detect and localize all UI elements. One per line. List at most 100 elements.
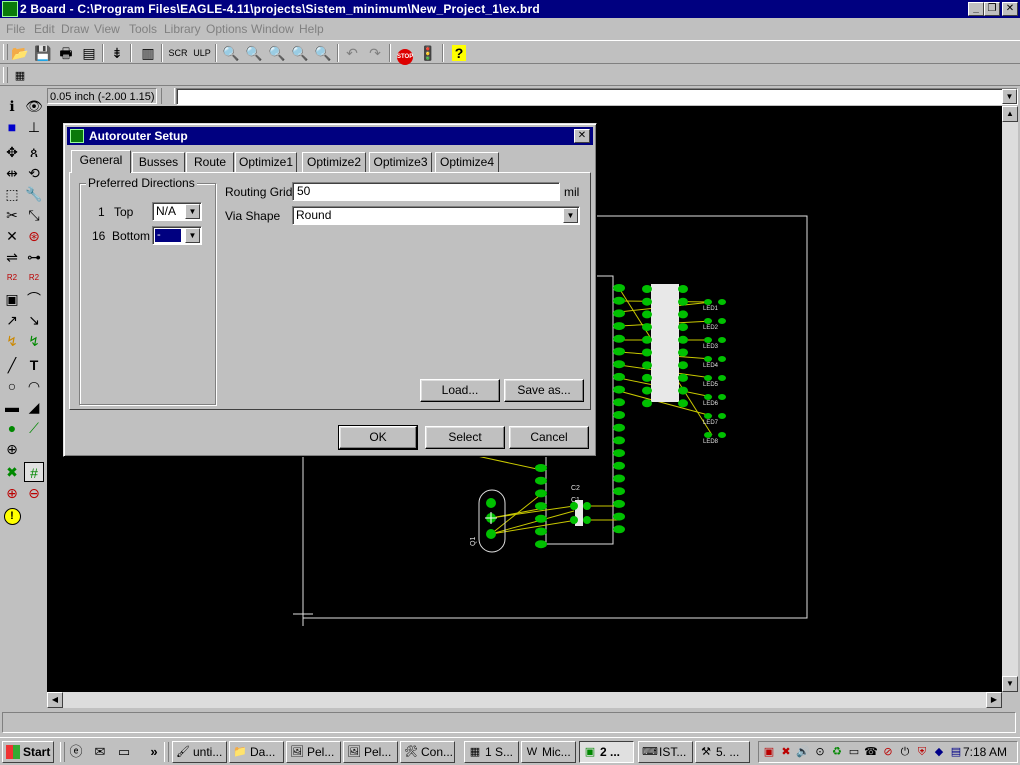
tray-scheduler-icon[interactable]: ▤ bbox=[949, 745, 963, 759]
chevron-down-icon[interactable]: ▼ bbox=[185, 204, 200, 219]
autorouter-icon[interactable]: # bbox=[24, 462, 44, 482]
copy-icon[interactable]: ጰ bbox=[24, 142, 44, 162]
tab-optimize4[interactable]: Optimize4 bbox=[435, 152, 499, 172]
hole-icon[interactable]: ⊕ bbox=[2, 439, 22, 459]
signal-icon[interactable]: ⟋ bbox=[24, 418, 44, 438]
chevron-down-icon[interactable]: ▼ bbox=[563, 208, 578, 223]
outlook-icon[interactable]: ✉ bbox=[92, 744, 108, 760]
value-icon[interactable]: R2 bbox=[24, 268, 44, 288]
drc-icon[interactable]: ⊖ bbox=[24, 483, 44, 503]
lock-icon[interactable]: ⊶ bbox=[24, 247, 44, 267]
task-button[interactable]: W Mic... bbox=[521, 741, 576, 763]
tray-power-icon[interactable]: ⏻ bbox=[898, 745, 912, 759]
name-icon[interactable]: R2 bbox=[2, 268, 22, 288]
save-icon[interactable]: 💾 bbox=[33, 44, 53, 62]
toolbar-grip[interactable] bbox=[3, 67, 8, 83]
zoom-out-icon[interactable]: 🔍 bbox=[267, 44, 287, 62]
chevron-down-icon[interactable]: ▼ bbox=[1002, 89, 1017, 104]
paste-icon[interactable]: ✂ bbox=[2, 205, 22, 225]
task-button[interactable]: ▦ 1 S... bbox=[464, 741, 519, 763]
scroll-right-button[interactable]: ▶ bbox=[986, 692, 1002, 708]
add-icon[interactable]: ⊛ bbox=[24, 226, 44, 246]
scroll-left-button[interactable]: ◀ bbox=[47, 692, 63, 708]
wire-icon[interactable]: ╱ bbox=[2, 355, 22, 375]
route-icon[interactable]: ↯ bbox=[2, 331, 22, 351]
tray-agent-icon[interactable]: ⊙ bbox=[813, 745, 827, 759]
redo-icon[interactable]: ↷ bbox=[365, 44, 385, 62]
tab-busses[interactable]: Busses bbox=[132, 152, 185, 172]
task-button[interactable]: 🛠 Con... bbox=[400, 741, 455, 763]
rect-icon[interactable]: ▬ bbox=[2, 397, 22, 417]
via-icon[interactable]: ● bbox=[2, 418, 22, 438]
via-shape-select[interactable]: Round ▼ bbox=[292, 206, 580, 225]
dialog-close-button[interactable]: ✕ bbox=[574, 129, 590, 143]
dialog-titlebar[interactable]: Autorouter Setup ✕ bbox=[67, 127, 593, 145]
mark-icon[interactable]: ⊥ bbox=[24, 117, 44, 137]
tray-display-icon[interactable]: ▭ bbox=[847, 745, 861, 759]
save-as-button[interactable]: Save as... bbox=[504, 379, 584, 402]
horizontal-scrollbar[interactable]: ◀ ▶ bbox=[47, 692, 1002, 708]
window-titlebar[interactable]: 2 Board - C:\Program Files\EAGLE-4.11\pr… bbox=[0, 0, 1020, 18]
menu-tools[interactable]: Tools bbox=[129, 22, 157, 36]
desktop-icon[interactable]: ▭ bbox=[116, 744, 132, 760]
circle-icon[interactable]: ○ bbox=[2, 376, 22, 396]
show-icon[interactable]: 👁 bbox=[24, 96, 44, 116]
tray-network-icon[interactable]: ▣ bbox=[762, 745, 776, 759]
redraw-icon[interactable]: 🔍 bbox=[290, 44, 310, 62]
cut-icon[interactable]: ⤡ bbox=[24, 205, 44, 225]
minimize-button[interactable]: _ bbox=[968, 2, 984, 16]
menu-window[interactable]: Window bbox=[251, 22, 294, 36]
script-icon[interactable]: ⇟ bbox=[107, 44, 127, 62]
tab-optimize3[interactable]: Optimize3 bbox=[369, 152, 432, 172]
mirror-icon[interactable]: ⇹ bbox=[2, 163, 22, 183]
rotate-icon[interactable]: ⟲ bbox=[24, 163, 44, 183]
polygon-icon[interactable]: ◢ bbox=[24, 397, 44, 417]
tray-security-icon[interactable]: ◆ bbox=[932, 745, 946, 759]
close-button[interactable]: ✕ bbox=[1002, 2, 1018, 16]
scroll-up-button[interactable]: ▲ bbox=[1002, 106, 1018, 122]
layer-16-direction-select[interactable]: - ▼ bbox=[152, 226, 202, 245]
menu-draw[interactable]: Draw bbox=[61, 22, 89, 36]
tray-volume-icon[interactable]: 🔊 bbox=[796, 745, 810, 759]
display-icon[interactable]: ■ bbox=[2, 117, 22, 137]
zoom-select-icon[interactable]: 🔍 bbox=[313, 44, 333, 62]
zoom-in-icon[interactable]: 🔍 bbox=[244, 44, 264, 62]
task-button[interactable]: 📁 Da... bbox=[229, 741, 284, 763]
load-button[interactable]: Load... bbox=[420, 379, 500, 402]
tray-disconnect-icon[interactable]: ✖ bbox=[779, 745, 793, 759]
miter-icon[interactable]: ⌒ bbox=[24, 289, 44, 309]
script-file-icon[interactable]: SCR bbox=[168, 44, 188, 62]
group-icon[interactable]: ⬚ bbox=[2, 184, 22, 204]
arc-icon[interactable]: ◠ bbox=[24, 376, 44, 396]
ok-button[interactable]: OK bbox=[338, 425, 418, 450]
menu-options[interactable]: Options bbox=[206, 22, 247, 36]
menu-file[interactable]: File bbox=[6, 22, 25, 36]
info-icon[interactable]: ℹ bbox=[2, 96, 22, 116]
help-icon[interactable]: ? bbox=[449, 44, 469, 62]
tray-antivirus-icon[interactable]: ⊘ bbox=[881, 745, 895, 759]
menu-edit[interactable]: Edit bbox=[34, 22, 55, 36]
erc-icon[interactable]: ⊕ bbox=[2, 483, 22, 503]
chevron-down-icon[interactable]: ▼ bbox=[185, 228, 200, 243]
open-icon[interactable]: 📂 bbox=[10, 44, 30, 62]
task-button[interactable]: 🖼 Pel... bbox=[343, 741, 398, 763]
change-icon[interactable]: 🔧 bbox=[24, 184, 44, 204]
tray-update-icon[interactable]: ♻ bbox=[830, 745, 844, 759]
move-icon[interactable]: ✥ bbox=[2, 142, 22, 162]
board-switch-icon[interactable]: ▥ bbox=[138, 44, 158, 62]
command-line-input[interactable]: ▼ bbox=[176, 88, 1018, 105]
task-button[interactable]: 🖌 unti... bbox=[172, 741, 227, 763]
tab-route[interactable]: Route bbox=[186, 152, 234, 172]
tab-optimize1[interactable]: Optimize1 bbox=[235, 152, 297, 172]
zoom-fit-icon[interactable]: 🔍 bbox=[221, 44, 241, 62]
stop-icon[interactable]: STOP bbox=[395, 44, 415, 65]
task-button[interactable]: ⚒ 5. ... bbox=[695, 741, 750, 763]
menu-help[interactable]: Help bbox=[299, 22, 324, 36]
cancel-button[interactable]: Cancel bbox=[509, 426, 589, 449]
split-icon[interactable]: ↗ bbox=[2, 310, 22, 330]
ratsnest-icon[interactable]: ✖ bbox=[2, 462, 22, 482]
task-button-active[interactable]: ▣ 2 ... bbox=[579, 741, 634, 763]
print-icon[interactable]: 🖶 bbox=[56, 44, 76, 62]
layer-1-direction-select[interactable]: N/A ▼ bbox=[152, 202, 202, 221]
menu-library[interactable]: Library bbox=[164, 22, 201, 36]
